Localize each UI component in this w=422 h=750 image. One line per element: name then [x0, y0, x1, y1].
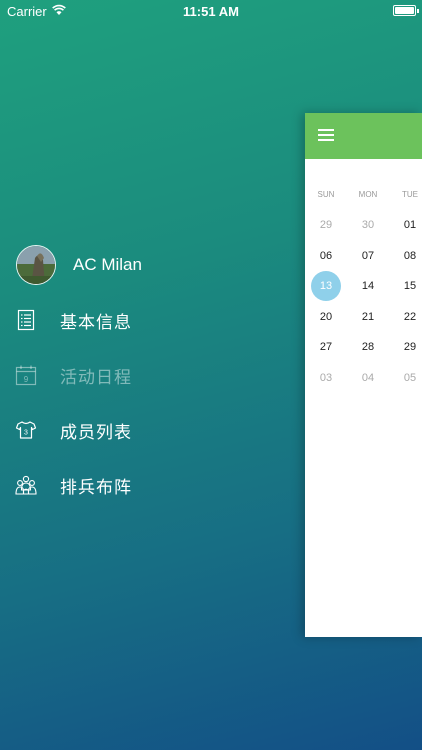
calendar-day[interactable]: 05: [395, 363, 422, 393]
calendar-day[interactable]: 20: [311, 302, 341, 332]
calendar-panel[interactable]: SUN MON TUE 29 30 01 06 07 08 13 14 15 20 21 22 27 28 29 0…: [305, 113, 422, 637]
status-bar: Carrier 11:51 AM: [0, 0, 422, 22]
avatar-image: [17, 246, 55, 284]
calendar-day[interactable]: 30: [353, 210, 383, 240]
calendar-icon-day: 9: [24, 375, 29, 384]
hamburger-menu-icon[interactable]: [318, 129, 334, 142]
calendar-day[interactable]: 22: [395, 302, 422, 332]
calendar-day[interactable]: 01: [395, 210, 422, 240]
avatar: [16, 245, 56, 285]
team-name: AC Milan: [73, 255, 142, 274]
battery-icon: [393, 5, 419, 16]
calendar-day[interactable]: 04: [353, 363, 383, 393]
calendar-day[interactable]: 27: [311, 332, 341, 362]
calendar-day[interactable]: 08: [395, 241, 422, 271]
weekday-label: MON: [358, 190, 378, 199]
calendar-day[interactable]: 29: [311, 210, 341, 240]
document-list-icon: [17, 309, 35, 331]
calendar-day[interactable]: 28: [353, 332, 383, 362]
panel-header: [305, 113, 422, 159]
clock: 11:51 AM: [183, 4, 239, 19]
menu-item-label: 基本信息: [60, 312, 132, 332]
calendar-day[interactable]: 21: [353, 302, 383, 332]
profile-header[interactable]: AC Milan: [16, 244, 142, 286]
calendar-day[interactable]: 14: [353, 271, 383, 301]
calendar-day[interactable]: 03: [311, 363, 341, 393]
menu-item-label: 成员列表: [60, 422, 132, 442]
calendar-day[interactable]: 06: [311, 241, 341, 271]
team-group-icon: [15, 475, 37, 495]
calendar-icon: 9: [15, 365, 37, 386]
jersey-icon: 3: [15, 421, 37, 439]
calendar-day[interactable]: 07: [353, 241, 383, 271]
menu-item-basic-info[interactable]: 基本信息: [0, 300, 260, 340]
menu-item-members[interactable]: 3 成员列表: [0, 410, 260, 450]
jersey-icon-number: 3: [24, 430, 28, 437]
calendar-day[interactable]: 15: [395, 271, 422, 301]
menu-item-label: 活动日程: [60, 367, 132, 387]
weekday-label: TUE: [402, 190, 418, 199]
menu-item-lineup[interactable]: 排兵布阵: [0, 465, 260, 505]
weekday-label: SUN: [317, 190, 335, 199]
calendar-day[interactable]: 29: [395, 332, 422, 362]
menu-item-schedule[interactable]: 9 活动日程: [0, 355, 260, 395]
menu-item-label: 排兵布阵: [60, 477, 132, 497]
calendar-day[interactable]: 13: [311, 271, 341, 302]
